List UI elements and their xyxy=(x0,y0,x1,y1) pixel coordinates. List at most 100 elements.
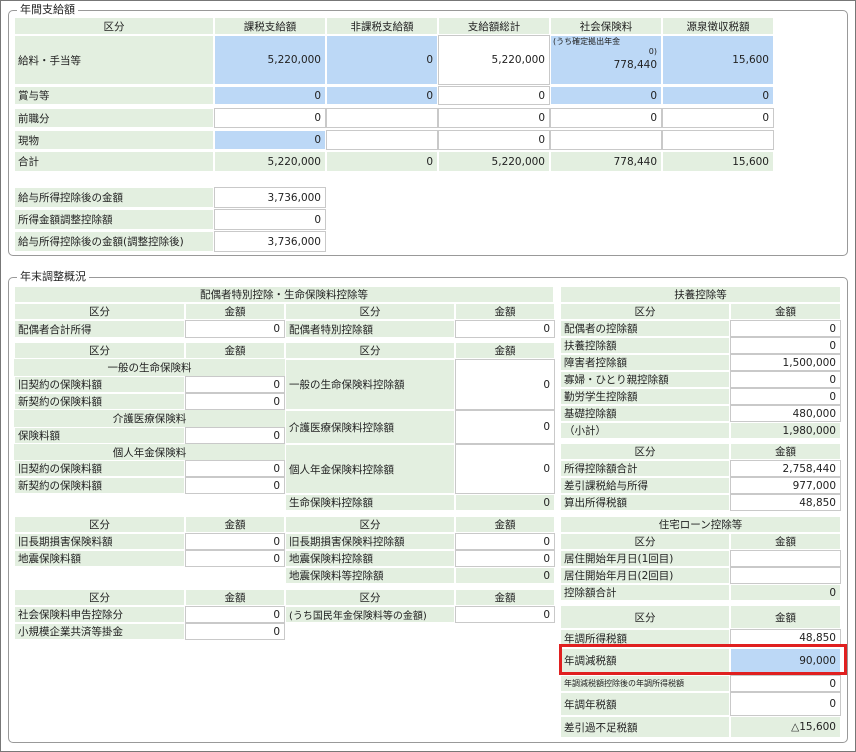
earthquake-deduction-label: 地震保険料控除額 xyxy=(285,550,455,567)
pension-old-contract-label: 旧契約の保険料額 xyxy=(14,460,185,477)
pension-deduction-value: 0 xyxy=(455,444,555,494)
disability-deduction-value: 1,500,000 xyxy=(730,354,841,371)
blockA-kingaku-header: 金額 xyxy=(185,303,285,320)
general-life-deduction-label: 一般の生命保険料控除額 xyxy=(285,359,455,410)
adjustment-deduction-value: 0 xyxy=(214,209,326,230)
bonus-taxable-field[interactable]: 0 xyxy=(214,86,326,105)
bonus-total-value: 0 xyxy=(438,86,550,105)
social-insurance-declaration-label: 社会保険料申告控除分 xyxy=(14,606,185,623)
salary-social-value: 778,440 xyxy=(613,59,657,71)
blockA-kubun-header: 区分 xyxy=(14,303,185,320)
tax-after-reduction-label: 年調減税額控除後の年調所得税額 xyxy=(560,675,730,692)
pension-new-contract-field[interactable]: 0 xyxy=(185,477,285,494)
income-kingaku-header: 金額 xyxy=(730,443,841,460)
blockC-kubun-header-2: 区分 xyxy=(285,516,455,533)
general-life-subheader: 一般の生命保険料 xyxy=(14,359,285,376)
row-previous-job-label: 前職分 xyxy=(14,108,214,128)
general-new-contract-field[interactable]: 0 xyxy=(185,393,285,410)
old-long-term-premium-field[interactable]: 0 xyxy=(185,533,285,550)
after-deduction-value: 3,736,000 xyxy=(214,187,326,208)
care-premium-field[interactable]: 0 xyxy=(185,427,285,444)
annual-header-total: 支給額総計 xyxy=(438,17,550,35)
earthquake-premium-field[interactable]: 0 xyxy=(185,550,285,567)
year-end-legend: 年末調整概況 xyxy=(17,270,89,284)
tax-difference-label: 差引過不足税額 xyxy=(560,716,730,738)
earthquake-total-deduction-value: 0 xyxy=(455,567,555,584)
after-adjustment-value: 3,736,000 xyxy=(214,231,326,252)
housing-deduction-total-label: 控除額合計 xyxy=(560,584,730,601)
annual-header-social: 社会保険料 xyxy=(550,17,662,35)
blockD-kingaku-header-2: 金額 xyxy=(455,589,555,606)
total-withholding-value: 15,600 xyxy=(662,151,774,172)
pension-deduction-label: 個人年金保険料控除額 xyxy=(285,444,455,494)
inkind-taxable-field[interactable]: 0 xyxy=(214,130,326,150)
annual-tax-amount-label: 年調年税額 xyxy=(560,692,730,716)
residence-start-date-1-label: 居住開始年月日(1回目) xyxy=(560,550,730,567)
tax-kubun-header: 区分 xyxy=(560,605,730,629)
blockC-kingaku-header-2: 金額 xyxy=(455,516,555,533)
salary-nontaxable-field[interactable]: 0 xyxy=(326,35,438,85)
spouse-total-income-field[interactable]: 0 xyxy=(185,320,285,338)
old-long-term-deduction-value: 0 xyxy=(455,533,555,550)
small-business-mutual-field[interactable]: 0 xyxy=(185,623,285,640)
prev-withholding-field[interactable]: 0 xyxy=(662,108,774,128)
old-long-term-deduction-label: 旧長期損害保険料控除額 xyxy=(285,533,455,550)
old-long-term-premium-label: 旧長期損害保険料額 xyxy=(14,533,185,550)
salary-withholding-field[interactable]: 15,600 xyxy=(662,35,774,85)
spouse-insurance-title: 配偶者特別控除・生命保険料控除等 xyxy=(14,286,554,303)
income-kubun-header: 区分 xyxy=(560,443,730,460)
housing-loan-title: 住宅ローン控除等 xyxy=(560,516,841,533)
inkind-withholding-field[interactable] xyxy=(662,130,774,150)
inkind-nontaxable-field[interactable] xyxy=(326,130,438,150)
blockD-kubun-header: 区分 xyxy=(14,589,185,606)
national-pension-label: (うち国民年金保険料等の金額) xyxy=(285,606,455,623)
general-new-contract-label: 新契約の保険料額 xyxy=(14,393,185,410)
blockD-kingaku-header: 金額 xyxy=(185,589,285,606)
housing-deduction-total-value: 0 xyxy=(730,584,841,601)
blockC-kingaku-header: 金額 xyxy=(185,516,285,533)
computed-income-tax-label: 算出所得税額 xyxy=(560,494,730,511)
spouse-special-deduction-label: 配偶者特別控除額 xyxy=(285,320,455,338)
pension-old-contract-field[interactable]: 0 xyxy=(185,460,285,477)
tax-kingaku-header: 金額 xyxy=(730,605,841,629)
prev-social-field[interactable]: 0 xyxy=(550,108,662,128)
inkind-social-field[interactable] xyxy=(550,130,662,150)
prev-taxable-field[interactable]: 0 xyxy=(214,108,326,128)
basic-deduction-value: 480,000 xyxy=(730,405,841,422)
annual-legend: 年間支給額 xyxy=(17,3,78,17)
residence-start-date-1-value xyxy=(730,550,841,567)
housing-kubun-header: 区分 xyxy=(560,533,730,550)
row-salary-label: 給料・手当等 xyxy=(14,35,214,85)
bonus-nontaxable-field[interactable]: 0 xyxy=(326,86,438,105)
widow-single-parent-deduction-value: 0 xyxy=(730,371,841,388)
care-premium-label: 保険料額 xyxy=(14,427,185,444)
row-bonus-label: 賞与等 xyxy=(14,86,214,105)
bonus-withholding-field[interactable]: 0 xyxy=(662,86,774,105)
dependents-title: 扶養控除等 xyxy=(560,286,841,303)
working-student-deduction-label: 勤労学生控除額 xyxy=(560,388,730,405)
national-pension-field[interactable]: 0 xyxy=(455,606,555,623)
taxable-salary-income-label: 差引課税給与所得 xyxy=(560,477,730,494)
prev-nontaxable-field[interactable] xyxy=(326,108,438,128)
earthquake-total-deduction-label: 地震保険料等控除額 xyxy=(285,567,455,584)
salary-taxable-field[interactable]: 5,220,000 xyxy=(214,35,326,85)
total-income-deduction-label: 所得控除額合計 xyxy=(560,460,730,477)
blockB-kingaku-header-2: 金額 xyxy=(455,342,555,359)
bonus-social-field[interactable]: 0 xyxy=(550,86,662,105)
total-income-deduction-value: 2,758,440 xyxy=(730,460,841,477)
salary-social-field[interactable]: (うち確定拠出年金 0) 778,440 xyxy=(550,35,662,85)
care-medical-subheader: 介護医療保険料 xyxy=(14,410,285,427)
blockA-kubun-header-2: 区分 xyxy=(285,303,455,320)
small-business-mutual-label: 小規模企業共済等掛金 xyxy=(14,623,185,640)
subtotal-value: 1,980,000 xyxy=(730,422,841,439)
blockB-kubun-header: 区分 xyxy=(14,342,185,359)
basic-deduction-label: 基礎控除額 xyxy=(560,405,730,422)
working-student-deduction-value: 0 xyxy=(730,388,841,405)
residence-start-date-2-label: 居住開始年月日(2回目) xyxy=(560,567,730,584)
adjustment-deduction-label: 所得金額調整控除額 xyxy=(14,209,214,230)
social-insurance-declaration-field[interactable]: 0 xyxy=(185,606,285,623)
widow-single-parent-deduction-label: 寡婦・ひとり親控除額 xyxy=(560,371,730,388)
housing-kingaku-header: 金額 xyxy=(730,533,841,550)
general-old-contract-field[interactable]: 0 xyxy=(185,376,285,393)
tax-difference-value: △15,600 xyxy=(730,716,841,738)
